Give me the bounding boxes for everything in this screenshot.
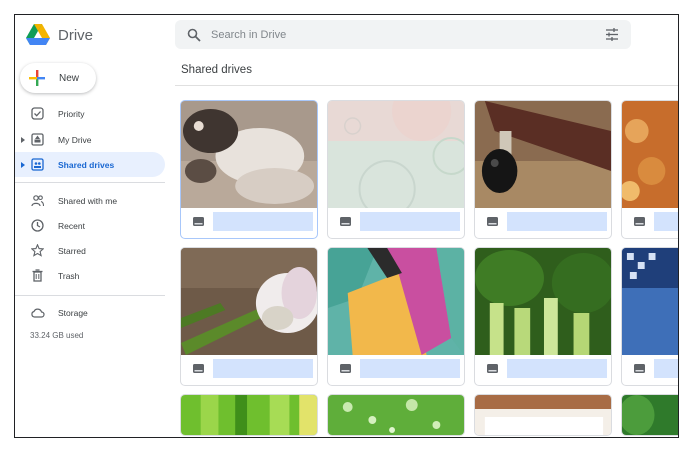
drive-thumbnail bbox=[475, 395, 611, 435]
sidebar-item-shared-drives[interactable]: Shared drives bbox=[15, 152, 165, 177]
drive-thumbnail bbox=[622, 395, 678, 435]
star-icon bbox=[31, 244, 44, 257]
shared-drive-card[interactable] bbox=[180, 100, 318, 239]
sidebar-item-label: Shared drives bbox=[58, 159, 115, 170]
sidebar-item-recent[interactable]: Recent bbox=[15, 213, 165, 238]
plus-icon bbox=[29, 70, 45, 86]
drive-window: Drive New Priority bbox=[14, 14, 679, 438]
shared-drive-card[interactable] bbox=[327, 247, 465, 386]
drive-name-placeholder bbox=[507, 359, 607, 378]
sidebar-item-storage[interactable]: Storage bbox=[15, 300, 165, 325]
shared-drive-icon bbox=[634, 364, 645, 373]
people-icon bbox=[31, 195, 44, 207]
shared-drive-card[interactable] bbox=[474, 394, 612, 436]
drive-name-placeholder bbox=[213, 212, 313, 231]
shared-drive-card[interactable] bbox=[180, 394, 318, 436]
shared-drive-card[interactable] bbox=[621, 100, 678, 239]
drive-thumbnail bbox=[328, 248, 464, 355]
drive-name-placeholder bbox=[507, 212, 607, 231]
shared-drive-card[interactable] bbox=[474, 247, 612, 386]
page-title: Shared drives bbox=[181, 64, 252, 76]
sidebar-item-label: Trash bbox=[58, 270, 80, 281]
tune-icon[interactable] bbox=[605, 28, 619, 41]
drive-thumbnail bbox=[181, 248, 317, 355]
sidebar-item-label: Starred bbox=[58, 245, 86, 256]
search-input[interactable] bbox=[211, 28, 571, 41]
sidebar-divider bbox=[15, 295, 165, 296]
new-button-label: New bbox=[59, 72, 80, 84]
shared-drive-icon bbox=[193, 364, 204, 373]
sidebar-item-priority[interactable]: Priority bbox=[15, 101, 165, 126]
drive-thumbnail bbox=[328, 395, 464, 435]
shared-drive-icon bbox=[487, 364, 498, 373]
drive-logo-icon bbox=[26, 24, 50, 45]
storage-used: 33.24 GB used bbox=[30, 331, 84, 340]
sidebar-item-shared-with-me[interactable]: Shared with me bbox=[15, 188, 165, 213]
shared-drive-card[interactable] bbox=[621, 394, 678, 436]
drive-thumbnail bbox=[622, 248, 678, 355]
clock-icon bbox=[31, 219, 44, 232]
shared-drive-card[interactable] bbox=[327, 100, 465, 239]
expand-arrow-icon[interactable] bbox=[20, 136, 26, 143]
my-drive-icon bbox=[31, 133, 44, 146]
shared-drive-card[interactable] bbox=[474, 100, 612, 239]
priority-icon bbox=[31, 107, 44, 120]
drive-thumbnail bbox=[181, 395, 317, 435]
drive-thumbnail bbox=[622, 101, 678, 208]
drive-name-placeholder bbox=[360, 212, 460, 231]
shared-drives-icon bbox=[31, 158, 44, 171]
drive-thumbnail bbox=[181, 101, 317, 208]
sidebar-item-label: Shared with me bbox=[58, 195, 118, 206]
sidebar-item-trash[interactable]: Trash bbox=[15, 263, 165, 288]
search-bar[interactable] bbox=[175, 20, 631, 49]
shared-drive-card[interactable] bbox=[180, 247, 318, 386]
sidebar-item-label: My Drive bbox=[58, 134, 92, 145]
drive-name-placeholder bbox=[360, 359, 460, 378]
drive-name-placeholder bbox=[213, 359, 313, 378]
expand-arrow-icon[interactable] bbox=[20, 161, 26, 168]
sidebar-item-my-drive[interactable]: My Drive bbox=[15, 127, 165, 152]
header-divider bbox=[175, 85, 678, 86]
drive-thumbnail bbox=[328, 101, 464, 208]
sidebar-item-label: Priority bbox=[58, 108, 85, 119]
drive-logo[interactable]: Drive bbox=[26, 24, 93, 46]
sidebar-item-label: Storage bbox=[58, 307, 88, 318]
search-icon[interactable] bbox=[187, 28, 201, 42]
shared-drive-card[interactable] bbox=[327, 394, 465, 436]
shared-drive-icon bbox=[487, 217, 498, 226]
shared-drive-card[interactable] bbox=[621, 247, 678, 386]
drive-thumbnail bbox=[475, 101, 611, 208]
app-name: Drive bbox=[58, 26, 94, 44]
cloud-icon bbox=[31, 308, 45, 318]
shared-drive-icon bbox=[634, 217, 645, 226]
shared-drive-icon bbox=[340, 217, 351, 226]
drive-name-placeholder bbox=[654, 212, 678, 231]
shared-drive-icon bbox=[340, 364, 351, 373]
sidebar-divider bbox=[15, 182, 165, 183]
drive-name-placeholder bbox=[654, 359, 678, 378]
new-button[interactable]: New bbox=[20, 63, 96, 93]
drive-thumbnail bbox=[475, 248, 611, 355]
shared-drive-icon bbox=[193, 217, 204, 226]
sidebar-item-label: Recent bbox=[58, 220, 85, 231]
sidebar-item-starred[interactable]: Starred bbox=[15, 238, 165, 263]
trash-icon bbox=[32, 269, 43, 282]
